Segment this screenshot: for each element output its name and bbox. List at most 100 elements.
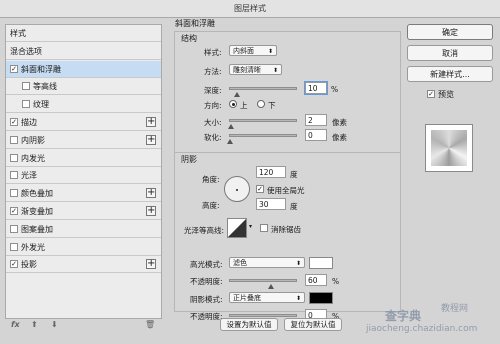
effect-item-label: 纹理 <box>33 100 49 109</box>
move-down-icon[interactable]: ⬇ <box>51 320 58 329</box>
effect-item-label: 混合选项 <box>10 47 42 56</box>
chevron-down-icon[interactable]: ▾ <box>249 223 252 230</box>
add-effect-plus-icon[interactable]: + <box>146 259 156 269</box>
effect-checkbox[interactable] <box>10 154 18 162</box>
size-input[interactable]: 2 <box>305 114 327 126</box>
shadow-mode-select[interactable]: 正片叠底 ⬍ <box>229 292 305 303</box>
effect-item-label: 斜面和浮雕 <box>21 65 61 74</box>
move-up-icon[interactable]: ⬆ <box>31 320 38 329</box>
style-select[interactable]: 内斜面 ⬍ <box>229 45 277 56</box>
method-select[interactable]: 雕刻清晰 ⬍ <box>229 64 282 75</box>
ok-button[interactable]: 确定 <box>407 24 493 40</box>
soften-slider-track[interactable] <box>227 134 297 144</box>
direction-up-radio[interactable] <box>229 100 237 108</box>
depth-slider-track[interactable] <box>229 87 297 97</box>
structure-title: 结构 <box>181 34 197 43</box>
add-effect-plus-icon[interactable]: + <box>146 135 156 145</box>
angle-input[interactable]: 120 <box>256 166 286 178</box>
antialias-checkbox[interactable] <box>260 224 268 232</box>
shadow-opacity-slider[interactable] <box>227 314 297 324</box>
effect-item-label: 外发光 <box>21 243 45 252</box>
effect-item[interactable]: 外发光 <box>6 239 161 256</box>
effect-item-label: 内阴影 <box>21 136 45 145</box>
effect-item-label: 渐变叠加 <box>21 207 53 216</box>
reset-default-button[interactable]: 复位为默认值 <box>284 318 342 331</box>
shadow-opacity-label: 不透明度: <box>190 312 223 321</box>
preview-checkbox[interactable]: ✓ <box>427 90 435 98</box>
angle-dial[interactable] <box>224 176 250 202</box>
highlight-mode-value: 滤色 <box>233 259 247 267</box>
altitude-unit: 度 <box>290 202 298 211</box>
effect-item-label: 光泽 <box>21 171 37 180</box>
watermark: 查字典 教程网 jiaocheng.chazidian.com <box>363 301 500 344</box>
chevron-updown-icon: ⬍ <box>295 260 301 267</box>
style-select-value: 内斜面 <box>233 47 254 55</box>
size-label: 大小: <box>204 118 222 127</box>
chevron-updown-icon: ⬍ <box>295 295 301 302</box>
soften-slider-knob[interactable] <box>227 139 233 144</box>
angle-label: 角度: <box>202 175 220 184</box>
altitude-label: 高度: <box>202 201 220 210</box>
add-effect-plus-icon[interactable]: + <box>146 117 156 127</box>
contour-curve-icon <box>228 219 246 237</box>
direction-down-radio[interactable] <box>257 100 265 108</box>
direction-up-label: 上 <box>240 101 248 110</box>
effect-checkbox[interactable] <box>22 100 30 108</box>
global-light-checkbox[interactable]: ✓ <box>256 185 264 193</box>
altitude-input[interactable]: 30 <box>256 198 286 210</box>
effect-item[interactable]: 内发光 <box>6 150 161 167</box>
depth-slider-knob[interactable] <box>233 92 240 97</box>
effect-item-label: 样式 <box>10 29 26 38</box>
new-style-button[interactable]: 新建样式... <box>407 66 493 82</box>
highlight-opacity-slider[interactable] <box>229 279 297 289</box>
effect-item[interactable]: 等高线 <box>6 78 161 95</box>
effect-checkbox[interactable]: ✓ <box>10 65 18 73</box>
size-slider-track[interactable] <box>228 119 297 129</box>
highlight-opacity-knob[interactable] <box>268 284 274 289</box>
watermark-text: 查字典 <box>385 309 422 323</box>
effect-checkbox[interactable] <box>22 82 30 90</box>
highlight-mode-select[interactable]: 滤色 ⬍ <box>229 257 305 268</box>
depth-label: 深度: <box>204 86 222 95</box>
depth-input[interactable]: 10 <box>305 82 327 94</box>
shadow-color-swatch[interactable] <box>309 292 333 304</box>
add-effect-plus-icon[interactable]: + <box>146 206 156 216</box>
effect-item[interactable]: 颜色叠加 + <box>6 185 161 202</box>
highlight-color-swatch[interactable] <box>309 257 333 269</box>
highlight-opacity-input[interactable]: 60 <box>305 274 327 286</box>
add-effect-plus-icon[interactable]: + <box>146 188 156 198</box>
effect-checkbox[interactable]: ✓ <box>10 207 18 215</box>
cancel-button[interactable]: 取消 <box>407 45 493 61</box>
effect-item[interactable]: 图案叠加 <box>6 221 161 238</box>
gloss-contour-picker[interactable] <box>227 218 247 238</box>
effect-checkbox[interactable] <box>10 136 18 144</box>
effect-item[interactable]: 内阴影 + <box>6 132 161 149</box>
fx-icon[interactable]: fx <box>11 320 20 329</box>
section-title: 斜面和浮雕 <box>175 19 215 28</box>
effect-item[interactable]: ✓ 渐变叠加 + <box>6 203 161 220</box>
soften-input[interactable]: 0 <box>305 129 327 141</box>
effect-checkbox[interactable]: ✓ <box>10 260 18 268</box>
effect-checkbox[interactable] <box>10 243 18 251</box>
effect-item[interactable]: ✓ 投影 + <box>6 256 161 273</box>
effect-item[interactable]: 纹理 <box>6 96 161 113</box>
effect-item-label: 投影 <box>21 260 37 269</box>
effect-checkbox[interactable] <box>10 171 18 179</box>
effect-checkbox[interactable] <box>10 189 18 197</box>
effect-checkbox[interactable]: ✓ <box>10 118 18 126</box>
effect-item[interactable]: 混合选项 <box>6 43 161 60</box>
effect-checkbox[interactable] <box>10 225 18 233</box>
effects-list: 样式 混合选项 ✓ 斜面和浮雕 等高线 纹理 ✓ 描边 + 内阴影 + 内发光 光泽 颜色叠加 + ✓ 渐变叠加… <box>5 24 162 319</box>
size-slider-knob[interactable] <box>228 124 234 129</box>
effect-item[interactable]: ✓ 描边 + <box>6 114 161 131</box>
effect-item[interactable]: 样式 <box>6 25 161 42</box>
set-default-button[interactable]: 设置为默认值 <box>220 318 278 331</box>
effect-item[interactable]: 光泽 <box>6 167 161 184</box>
trash-icon[interactable]: 🗑 <box>145 320 155 329</box>
watermark-text-2: 教程网 <box>441 304 469 314</box>
preview-label: 预览 <box>438 90 454 99</box>
effect-item[interactable]: ✓ 斜面和浮雕 <box>6 61 161 78</box>
direction-label: 方向: <box>204 101 222 110</box>
method-label: 方法: <box>204 67 222 76</box>
highlight-opacity-unit: % <box>332 277 340 286</box>
